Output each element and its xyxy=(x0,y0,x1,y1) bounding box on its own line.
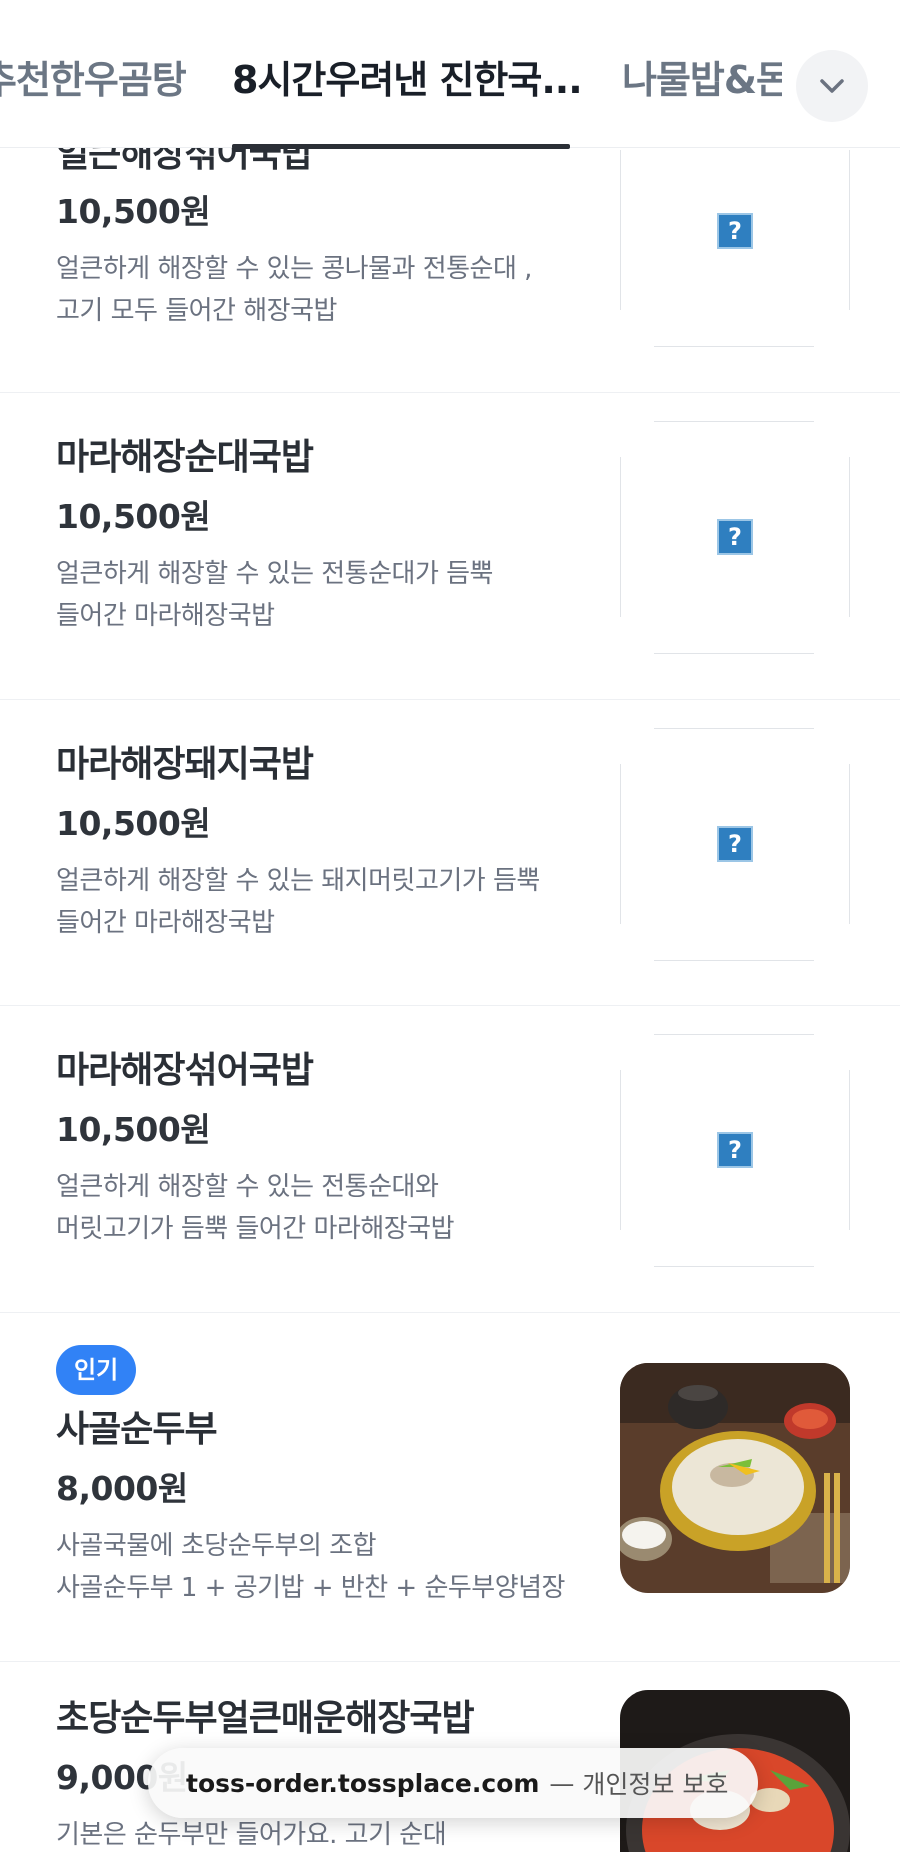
category-tab-bar: 추천한우곰탕 8시간우려낸 진한국... 나물밥&돈 xyxy=(0,0,900,149)
food-photo-sagol-sundubu xyxy=(620,1363,850,1593)
item-name: 마라해장돼지국밥 xyxy=(56,744,314,785)
image-placeholder: ? xyxy=(620,150,850,350)
item-description: 얼큰하게 해장할 수 있는 전통순대가 듬뿍 들어간 마라해장국밥 xyxy=(56,559,493,631)
image-placeholder: ? xyxy=(620,421,850,657)
privacy-label: 개인정보 보호 xyxy=(582,1770,729,1799)
active-tab-indicator xyxy=(232,144,570,149)
item-name: 마라해장섞어국밥 xyxy=(56,1050,314,1091)
image-placeholder: ? xyxy=(620,1034,850,1270)
item-description: 사골국물에 초당순두부의 조합 사골순두부 1 + 공기밥 + 반찬 + 순두부… xyxy=(56,1531,565,1603)
item-description: 얼큰하게 해장할 수 있는 전통순대와 머릿고기가 듬뿍 들어간 마라해장국밥 xyxy=(56,1172,455,1244)
item-description: 얼큰하게 해장할 수 있는 콩나물과 전통순대 , 고기 모두 들어간 해장국밥 xyxy=(56,254,532,326)
broken-image-icon: ? xyxy=(717,519,753,555)
item-price: 10,500원 xyxy=(56,804,211,843)
item-price: 10,500원 xyxy=(56,192,211,231)
tab-category-active[interactable]: 8시간우려낸 진한국... xyxy=(232,54,583,106)
menu-item[interactable]: 마라해장돼지국밥 10,500원 얼큰하게 해장할 수 있는 돼지머릿고기가 듬… xyxy=(0,700,900,1006)
chevron-down-icon xyxy=(820,79,844,93)
item-price: 10,500원 xyxy=(56,1110,211,1149)
item-price: 10,500원 xyxy=(56,497,211,536)
url-separator: — xyxy=(549,1768,575,1798)
menu-item[interactable]: 인기 사골순두부 8,000원 사골국물에 초당순두부의 조합 사골순두부 1 … xyxy=(0,1313,900,1662)
item-price: 8,000원 xyxy=(56,1469,188,1508)
category-expand-button[interactable] xyxy=(796,50,868,122)
url-domain: toss-order.tossplace.com xyxy=(186,1768,540,1798)
broken-image-icon: ? xyxy=(717,1132,753,1168)
item-name: 사골순두부 xyxy=(56,1409,218,1450)
item-name: 마라해장순대국밥 xyxy=(56,437,314,478)
item-description: 기본은 순두부만 들어가요. 고기 순대 xyxy=(56,1820,447,1850)
broken-image-icon: ? xyxy=(717,213,753,249)
item-name: 초당순두부얼큰매운해장국밥 xyxy=(56,1698,475,1739)
item-description: 얼큰하게 해장할 수 있는 돼지머릿고기가 듬뿍 들어간 마라해장국밥 xyxy=(56,866,540,938)
popular-badge: 인기 xyxy=(56,1345,137,1395)
menu-item[interactable]: 마라해장섞어국밥 10,500원 얼큰하게 해장할 수 있는 전통순대와 머릿고… xyxy=(0,1006,900,1313)
menu-page: 얼큰해장섞어국밥 10,500원 얼큰하게 해장할 수 있는 콩나물과 전통순대… xyxy=(0,0,900,1852)
sundubu-bowl-image xyxy=(620,1363,850,1593)
menu-item[interactable]: 마라해장순대국밥 10,500원 얼큰하게 해장할 수 있는 전통순대가 듬뿍 … xyxy=(0,393,900,700)
browser-url-bar[interactable]: toss-order.tossplace.com — 개인정보 보호 xyxy=(148,1748,758,1818)
tab-category-next[interactable]: 나물밥&돈 xyxy=(622,54,782,106)
image-placeholder: ? xyxy=(620,728,850,964)
broken-image-icon: ? xyxy=(717,826,753,862)
tab-category-prev[interactable]: 추천한우곰탕 xyxy=(0,54,187,106)
